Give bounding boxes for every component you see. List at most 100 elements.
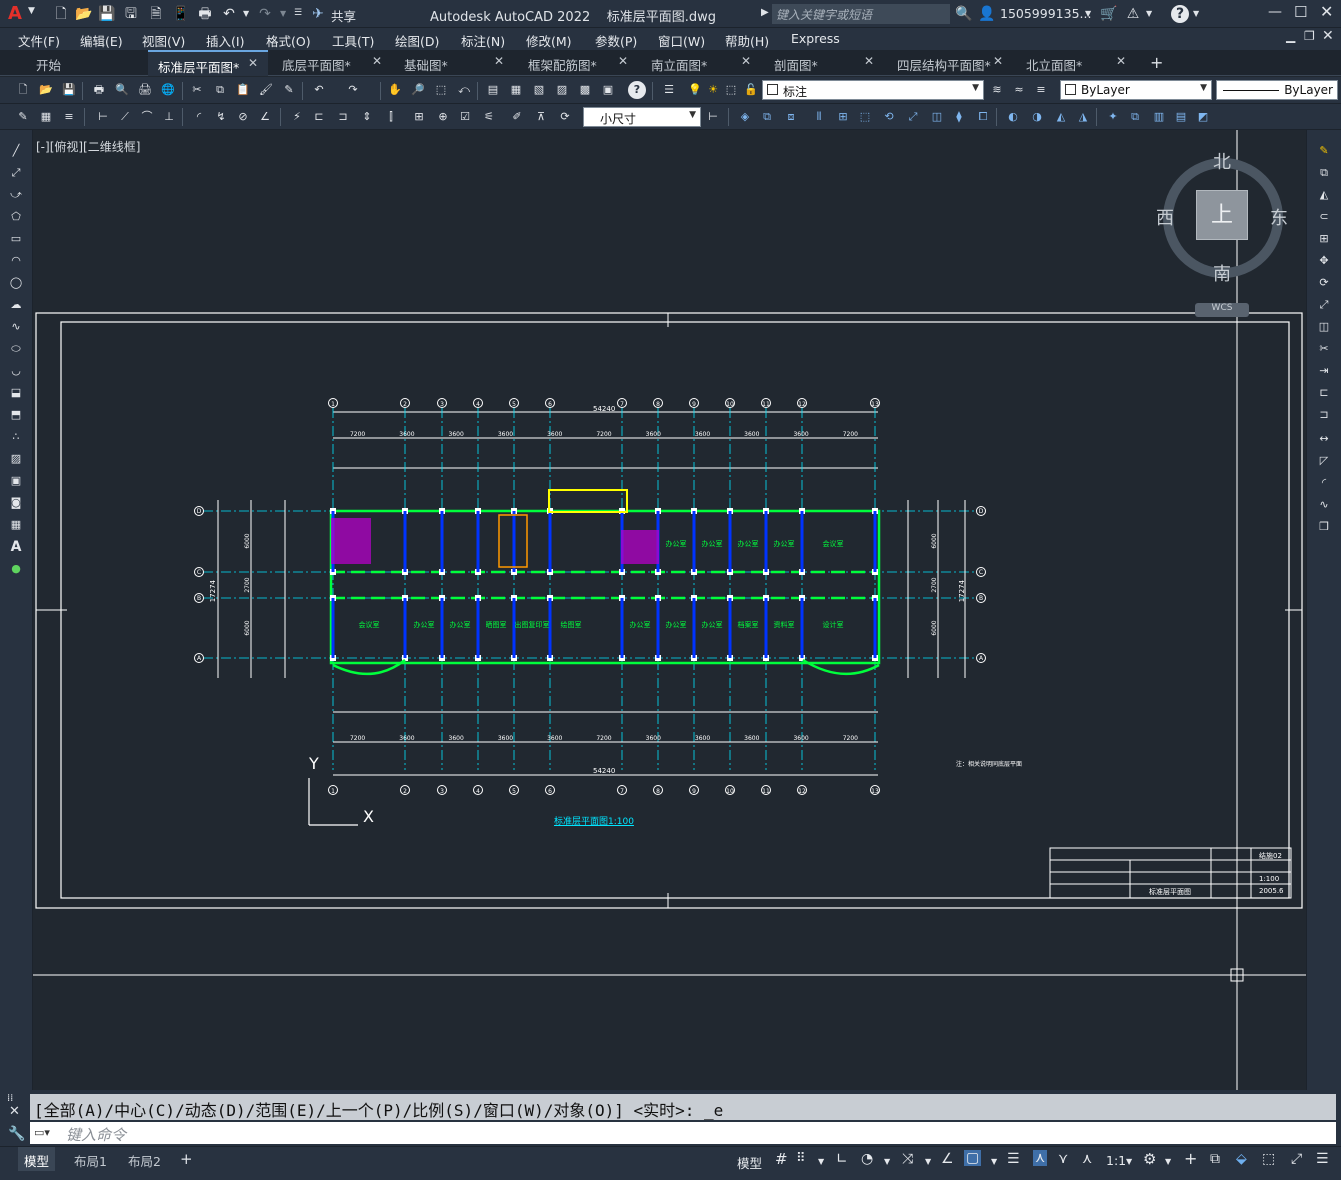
menu-window[interactable]: 窗口(W) — [658, 31, 705, 50]
menu-help[interactable]: 帮助(H) — [725, 31, 769, 50]
inspect-icon[interactable]: ☑ — [456, 108, 474, 126]
erase-icon[interactable]: ◈ — [736, 108, 754, 126]
new-icon[interactable]: 🗋 — [52, 5, 70, 23]
ordinate-dim-icon[interactable]: ⊥ — [160, 108, 178, 126]
user-dropdown-icon[interactable]: ▼ — [1085, 9, 1091, 18]
break-at-point-icon[interactable]: ⊏ — [1315, 384, 1333, 402]
viewcube-west[interactable]: 西 — [1156, 204, 1174, 230]
minimize-window-icon[interactable]: — — [1268, 4, 1282, 20]
hatch-icon[interactable]: ▨ — [7, 450, 25, 468]
block-editor-icon[interactable]: ✎ — [280, 81, 298, 99]
cut-icon[interactable]: ✂ — [188, 81, 206, 99]
ellipse-arc-icon[interactable]: ◡ — [7, 362, 25, 380]
3d-dwf-icon[interactable]: 🌐 — [159, 81, 177, 99]
table-icon[interactable]: ▦ — [37, 108, 55, 126]
dim-break-icon[interactable]: ⫿ — [382, 108, 400, 126]
dim-edit-icon[interactable]: ✐ — [508, 108, 526, 126]
rotate-icon[interactable]: ⟲ — [880, 108, 898, 126]
menu-express[interactable]: Express — [791, 31, 840, 46]
tab-layout1[interactable]: 布局1 — [68, 1147, 113, 1171]
undo-icon[interactable]: ↶ — [220, 5, 238, 23]
zoom-window-icon[interactable]: ⬚ — [432, 81, 450, 99]
offset-icon[interactable]: ⊂ — [1315, 208, 1333, 226]
explode-icon[interactable]: ❒ — [1315, 518, 1333, 536]
dim-space-icon[interactable]: ⇕ — [358, 108, 376, 126]
dim-update-icon[interactable]: ⟳ — [556, 108, 574, 126]
array-icon[interactable]: ⊞ — [1315, 230, 1333, 248]
quickcalc-icon[interactable]: ▣ — [599, 81, 617, 99]
search-input[interactable]: 键入关键字或短语 — [772, 4, 950, 24]
construction-line-icon[interactable]: ⤢ — [7, 164, 25, 182]
rotate-icon[interactable]: ⟳ — [1315, 274, 1333, 292]
model-space-button[interactable]: 模型 — [737, 1153, 762, 1172]
linear-dim-icon[interactable]: ⊢ — [94, 108, 112, 126]
menu-file[interactable]: 文件(F) — [18, 31, 60, 50]
isodraft-dropdown-icon[interactable]: ▼ — [925, 1157, 931, 1166]
layer-lock-icon[interactable]: 🔓 — [742, 81, 760, 99]
erase-icon[interactable]: ✎ — [1315, 142, 1333, 160]
close-tab-icon[interactable]: ✕ — [864, 54, 874, 68]
copy-icon[interactable]: ⧉ — [1315, 164, 1333, 182]
multiline-text-icon[interactable]: A — [7, 538, 25, 556]
zoom-previous-icon[interactable]: ⤺ — [455, 81, 473, 99]
layer-state-icon[interactable]: ≡ — [1032, 81, 1050, 99]
linetype-dropdown[interactable]: ByLayer — [1216, 80, 1338, 100]
annotation-visibility-icon[interactable]: ⋏ — [1033, 1150, 1048, 1166]
close-tab-icon[interactable]: ✕ — [993, 54, 1003, 68]
stretch-icon[interactable]: ◫ — [1315, 318, 1333, 336]
rectangle-icon[interactable]: ▭ — [7, 230, 25, 248]
table-icon[interactable]: ▦ — [7, 516, 25, 534]
menu-view[interactable]: 视图(V) — [142, 31, 185, 50]
continue-dim-icon[interactable]: ⊐ — [334, 108, 352, 126]
otrack-icon[interactable]: ∠ — [941, 1151, 954, 1167]
customize-qat-icon[interactable]: ☰ — [294, 8, 302, 18]
polygon-icon[interactable]: ⬠ — [7, 208, 25, 226]
properties-icon[interactable]: ▤ — [484, 81, 502, 99]
baseline-dim-icon[interactable]: ⊏ — [310, 108, 328, 126]
close-tab-icon[interactable]: ✕ — [741, 54, 751, 68]
polar-icon[interactable]: ◔ — [861, 1151, 873, 1167]
join-icon[interactable]: ◑ — [1028, 108, 1046, 126]
qnew-icon[interactable]: 🗋 — [14, 81, 32, 99]
jogged-dim-icon[interactable]: ↯ — [212, 108, 230, 126]
align-icon[interactable]: ▥ — [1150, 108, 1168, 126]
line-icon[interactable]: ╱ — [7, 142, 25, 160]
layer-properties-icon[interactable]: ☰ — [660, 81, 678, 99]
paste-icon[interactable]: 📋 — [234, 81, 252, 99]
close-tab-icon[interactable]: ✕ — [372, 54, 382, 68]
layer-previous-icon[interactable]: ≈ — [1010, 81, 1028, 99]
arc-icon[interactable]: ◠ — [7, 252, 25, 270]
tab-model[interactable]: 模型 — [18, 1147, 56, 1171]
recent-commands-icon[interactable]: ▭▾ — [34, 1126, 50, 1139]
trim-icon[interactable]: ⧫ — [950, 108, 968, 126]
open-icon[interactable]: 📂 — [37, 81, 55, 99]
match-properties-icon[interactable]: 🖌 — [257, 81, 275, 99]
preview-icon[interactable]: 🔍 — [113, 81, 131, 99]
doc-restore-icon[interactable]: ❐ — [1304, 29, 1315, 43]
radius-dim-icon[interactable]: ◜ — [190, 108, 208, 126]
tab-layout2[interactable]: 布局2 — [122, 1147, 167, 1171]
open-icon[interactable]: 📂 — [75, 5, 93, 23]
annotation-scale-value[interactable]: 1:1 — [1106, 1153, 1126, 1168]
extend-icon[interactable]: ⧠ — [974, 108, 992, 126]
dimstyle-dropdown[interactable]: 小尺寸 ▼ — [583, 107, 701, 127]
circle-icon[interactable]: ◯ — [7, 274, 25, 292]
snap-icon[interactable]: ⠿ — [796, 1151, 806, 1166]
insert-block-icon[interactable]: ⬓ — [7, 384, 25, 402]
fillet-icon[interactable]: ◜ — [1315, 474, 1333, 492]
arc-length-icon[interactable]: ⌒ — [138, 108, 156, 126]
save-icon[interactable]: 💾 — [60, 81, 78, 99]
chamfer-icon[interactable]: ◸ — [1315, 452, 1333, 470]
undo-dropdown-icon[interactable]: ▼ — [243, 9, 249, 18]
viewcube-north[interactable]: 北 — [1213, 148, 1231, 174]
explode-icon[interactable]: ✦ — [1104, 108, 1122, 126]
array-icon[interactable]: ⊞ — [834, 108, 852, 126]
search-expand-icon[interactable]: ▶ — [761, 7, 769, 18]
point-icon[interactable]: ∴ — [7, 428, 25, 446]
fullscreen-icon[interactable]: ⤢ — [1291, 1151, 1302, 1167]
grid-icon[interactable]: # — [775, 1150, 788, 1168]
layer-on-icon[interactable]: 💡 — [686, 81, 704, 99]
trim-icon[interactable]: ✂ — [1315, 340, 1333, 358]
plot-icon[interactable]: 🖶 — [90, 81, 108, 99]
viewcube-east[interactable]: 东 — [1270, 204, 1288, 230]
